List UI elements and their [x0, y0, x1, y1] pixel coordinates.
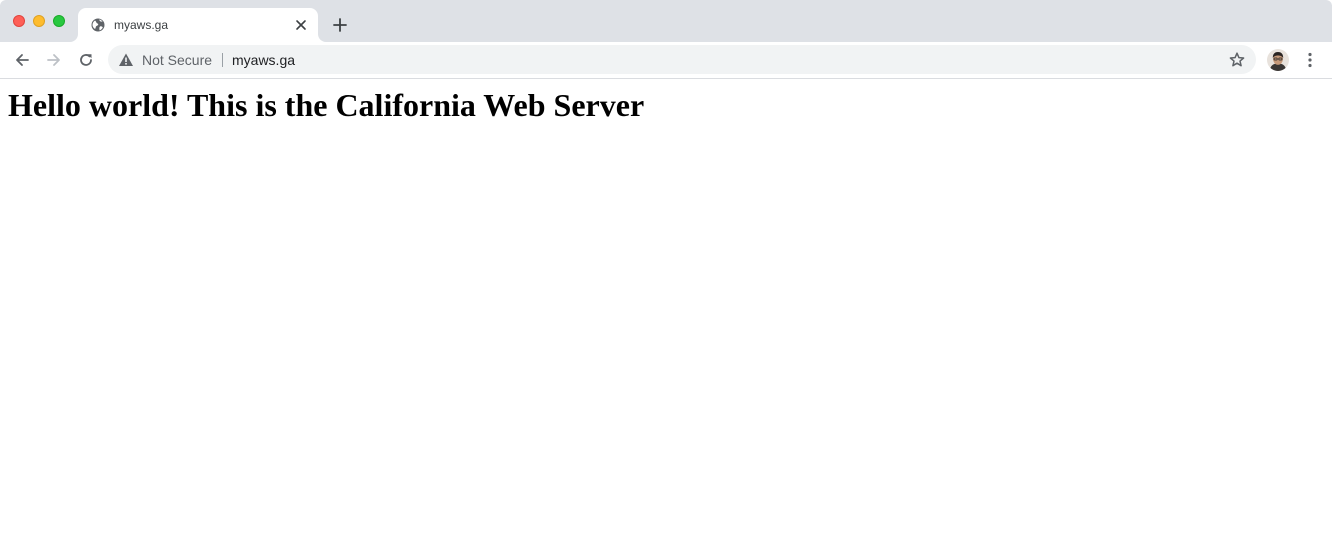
reload-icon[interactable] [75, 49, 97, 71]
tab-strip: myaws.ga [0, 0, 1332, 42]
window-maximize-button[interactable] [53, 15, 65, 27]
page-content: Hello world! This is the California Web … [0, 79, 1332, 536]
tab-title: myaws.ga [114, 18, 169, 32]
url-text[interactable]: myaws.ga [232, 52, 295, 68]
more-vertical-icon[interactable] [1300, 49, 1320, 71]
security-label[interactable]: Not Secure [142, 52, 212, 68]
address-bar[interactable]: Not Secure myaws.ga [108, 45, 1256, 74]
omnibox-divider [222, 53, 223, 67]
warning-triangle-icon[interactable] [118, 52, 134, 68]
tab-myaws[interactable]: myaws.ga [78, 8, 318, 42]
star-outline-icon[interactable] [1228, 51, 1246, 69]
page-heading: Hello world! This is the California Web … [8, 87, 645, 123]
plus-icon[interactable] [330, 15, 350, 35]
browser-window: myaws.ga Not Secure myaws.ga Hello world… [0, 0, 1332, 536]
avatar-icon[interactable] [1267, 49, 1289, 71]
globe-icon [90, 17, 106, 33]
window-close-button[interactable] [13, 15, 25, 27]
arrow-left-icon[interactable] [11, 49, 33, 71]
close-icon[interactable] [292, 16, 310, 34]
window-minimize-button[interactable] [33, 15, 45, 27]
arrow-right-icon[interactable] [43, 49, 65, 71]
browser-toolbar: Not Secure myaws.ga [0, 42, 1332, 79]
